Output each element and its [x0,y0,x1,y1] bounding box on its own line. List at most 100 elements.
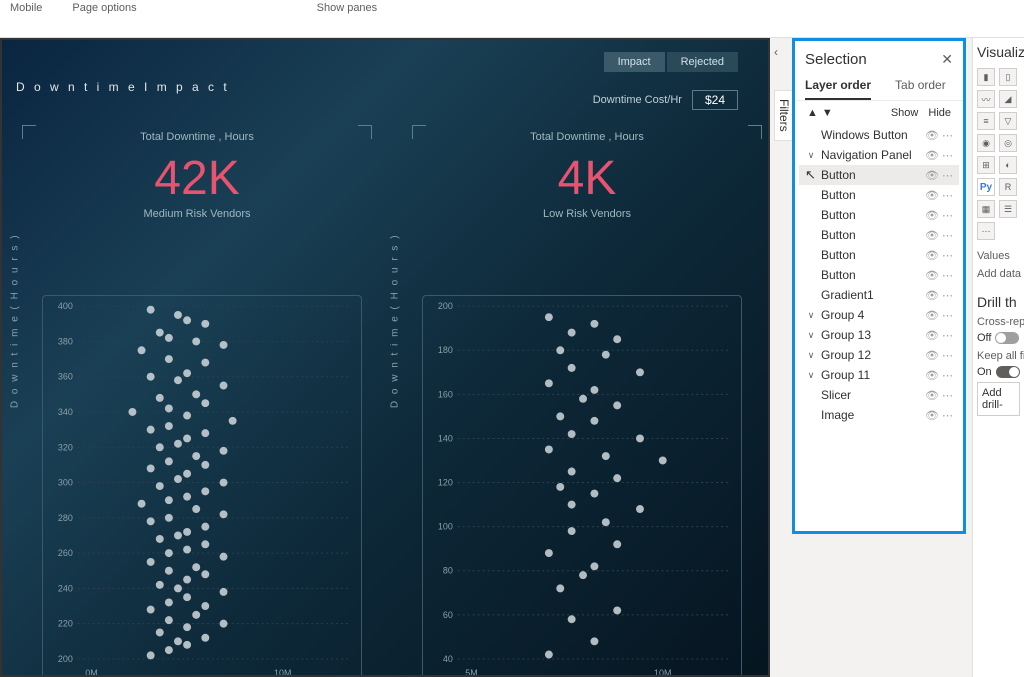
viz-bar-icon[interactable]: ▮ [977,68,995,86]
visibility-icon[interactable]: 👁 [925,129,939,142]
visibility-icon[interactable]: 👁 [925,409,939,422]
visibility-icon[interactable]: 👁 [925,229,939,242]
more-icon[interactable]: ⋯ [942,209,953,222]
svg-text:0M: 0M [85,668,97,677]
viz-r-icon[interactable]: R [999,178,1017,196]
keep-filters-label: Keep all fil [977,350,1020,362]
chevron-down-icon[interactable]: ∨ [805,350,817,361]
more-icon[interactable]: ⋯ [942,309,953,322]
selection-pane: Selection ✕ Layer order Tab order ▲ ▼ Sh… [792,38,966,534]
more-icon[interactable]: ⋯ [942,129,953,142]
card-label: Total Downtime , Hours [412,125,762,143]
visibility-icon[interactable]: 👁 [925,269,939,282]
viz-table-icon[interactable]: ☰ [999,200,1017,218]
layer-item[interactable]: Button👁⋯ [799,265,959,285]
viz-python-icon[interactable]: Py [977,178,995,196]
visibility-icon[interactable]: 👁 [925,349,939,362]
layer-item[interactable]: ∨Group 11👁⋯ [799,365,959,385]
viz-map-icon[interactable]: ⊞ [977,156,995,174]
viz-gallery: ▮ ▯ 〰 ◢ ≡ ▽ ◉ ◎ ⊞ ◐ Py R ▦ ☰ ⋯ [977,68,1020,240]
more-icon[interactable]: ⋯ [942,149,953,162]
ribbon-show-panes[interactable]: Show panes [317,2,378,14]
chevron-down-icon[interactable]: ∨ [805,370,817,381]
filters-collapse-icon[interactable]: ‹ [774,45,778,59]
cost-value[interactable]: $24 [692,90,738,110]
layer-item[interactable]: ∨Group 4👁⋯ [799,305,959,325]
more-icon[interactable]: ⋯ [942,249,953,262]
layer-item[interactable]: Button👁⋯ [799,245,959,265]
viz-matrix-icon[interactable]: ▦ [977,200,995,218]
viz-gauge-icon[interactable]: ◐ [999,156,1017,174]
viz-donut-icon[interactable]: ◎ [999,134,1017,152]
layer-item[interactable]: Gradient1👁⋯ [799,285,959,305]
ribbon-page-options[interactable]: Page options [72,2,136,14]
more-icon[interactable]: ⋯ [942,389,953,402]
svg-text:120: 120 [438,478,453,488]
layer-item[interactable]: ∨Navigation Panel👁⋯ [799,145,959,165]
add-drill-button[interactable]: Add drill- [977,382,1020,416]
card-vendor: Medium Risk Vendors [22,208,372,220]
card-medium-risk: Total Downtime , Hours 42K Medium Risk V… [22,125,372,230]
visibility-icon[interactable]: 👁 [925,289,939,302]
more-icon[interactable]: ⋯ [942,229,953,242]
tab-rejected[interactable]: Rejected [667,52,738,72]
viz-more-icon[interactable]: ⋯ [977,222,995,240]
svg-text:300: 300 [58,478,73,488]
hide-button[interactable]: Hide [928,107,951,119]
move-up-icon[interactable]: ▲ [807,107,818,119]
layer-name: Group 12 [821,348,921,362]
more-icon[interactable]: ⋯ [942,409,953,422]
layer-item[interactable]: Image👁⋯ [799,405,959,425]
layer-item[interactable]: Button👁⋯ [799,225,959,245]
svg-text:280: 280 [58,513,73,523]
tab-impact[interactable]: Impact [604,52,665,72]
scatter-chart-medium[interactable]: D o w n t i m e ( H o u r s ) T o t a l … [42,295,362,677]
visibility-icon[interactable]: 👁 [925,169,939,182]
visibility-icon[interactable]: 👁 [925,249,939,262]
viz-ribbon-icon[interactable]: ≡ [977,112,995,130]
more-icon[interactable]: ⋯ [942,189,953,202]
layer-item[interactable]: Button↖👁⋯ [799,165,959,185]
visibility-icon[interactable]: 👁 [925,209,939,222]
filters-pane-tab[interactable]: Filters [774,90,794,141]
more-icon[interactable]: ⋯ [942,269,953,282]
visibility-icon[interactable]: 👁 [925,389,939,402]
viz-column-icon[interactable]: ▯ [999,68,1017,86]
visibility-icon[interactable]: 👁 [925,189,939,202]
ribbon-mobile[interactable]: Mobile [10,2,42,14]
viz-area-icon[interactable]: ◢ [999,90,1017,108]
layer-item[interactable]: ∨ Group 12 👁⋯ [799,345,959,365]
visibility-icon[interactable]: 👁 [925,309,939,322]
keep-filters-toggle[interactable] [996,366,1020,378]
cross-report-toggle[interactable] [995,332,1019,344]
layer-item[interactable]: Button👁⋯ [799,205,959,225]
close-icon[interactable]: ✕ [941,51,953,68]
viz-line-icon[interactable]: 〰 [977,90,995,108]
card-low-risk: Total Downtime , Hours 4K Low Risk Vendo… [412,125,762,230]
layer-item[interactable]: ∨Group 13👁⋯ [799,325,959,345]
add-data-label[interactable]: Add data [977,268,1020,280]
more-icon[interactable]: ⋯ [942,329,953,342]
svg-text:340: 340 [58,407,73,417]
report-canvas: Impact Rejected Downtime Cost/Hr $24 D o… [0,38,770,677]
viz-pie-icon[interactable]: ◉ [977,134,995,152]
more-icon[interactable]: ⋯ [942,289,953,302]
layer-item[interactable]: Button👁⋯ [799,185,959,205]
more-icon[interactable]: ⋯ [942,369,953,382]
more-icon[interactable]: ⋯ [942,169,953,182]
visibility-icon[interactable]: 👁 [925,369,939,382]
scatter-chart-low[interactable]: D o w n t i m e ( H o u r s ) T o t a l … [422,295,742,677]
tab-layer-order[interactable]: Layer order [805,74,871,100]
layer-item[interactable]: Slicer👁⋯ [799,385,959,405]
visibility-icon[interactable]: 👁 [925,329,939,342]
chevron-down-icon[interactable]: ∨ [805,310,817,321]
show-button[interactable]: Show [891,107,919,119]
tab-tab-order[interactable]: Tab order [895,74,946,100]
move-down-icon[interactable]: ▼ [822,107,833,119]
more-icon[interactable]: ⋯ [942,349,953,362]
chevron-down-icon[interactable]: ∨ [805,150,817,161]
visibility-icon[interactable]: 👁 [925,149,939,162]
layer-item[interactable]: Windows Button👁⋯ [799,125,959,145]
chevron-down-icon[interactable]: ∨ [805,330,817,341]
viz-funnel-icon[interactable]: ▽ [999,112,1017,130]
